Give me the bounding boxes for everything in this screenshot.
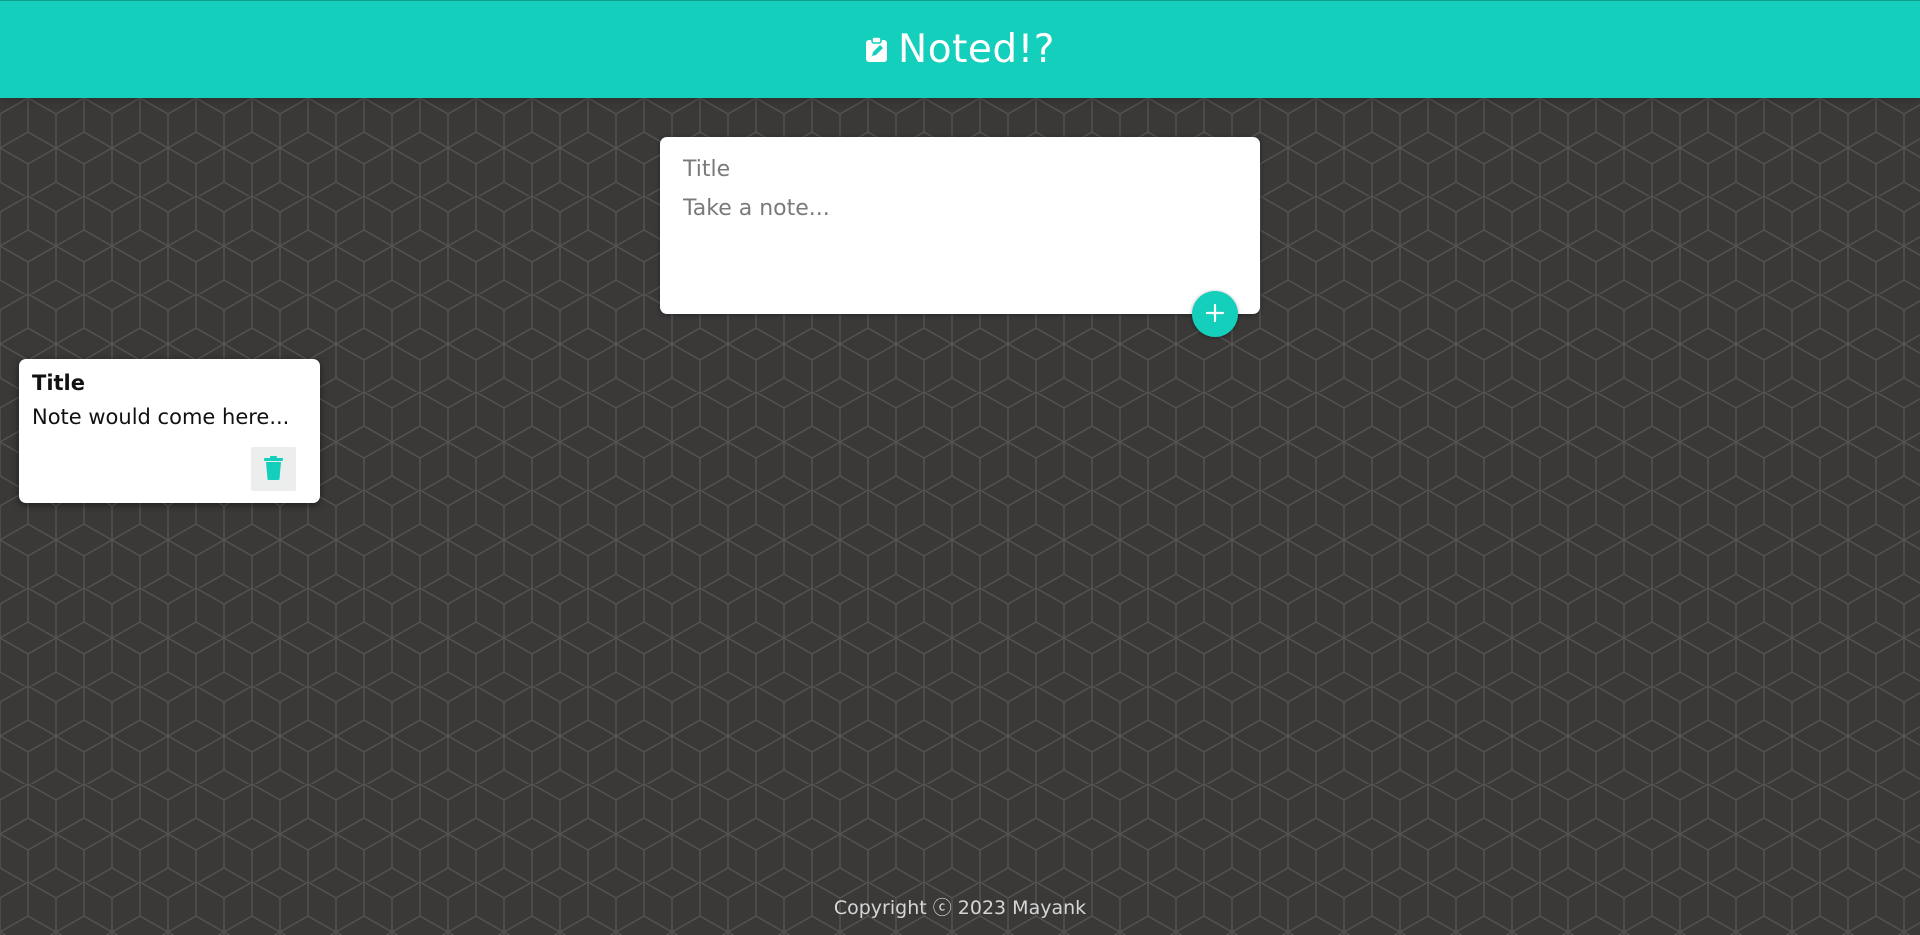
note-title-input[interactable] bbox=[683, 157, 1237, 182]
note-content: Note would come here... bbox=[32, 405, 290, 429]
footer: Copyright ⓒ 2023 Mayank bbox=[0, 893, 1920, 920]
add-note-button[interactable] bbox=[1192, 291, 1238, 337]
plus-icon bbox=[1204, 302, 1226, 327]
brand: Noted!? bbox=[865, 27, 1055, 72]
note-content-input[interactable] bbox=[683, 196, 1237, 276]
copyright-text: Copyright ⓒ 2023 Mayank bbox=[833, 897, 1087, 919]
create-note-form bbox=[660, 137, 1260, 337]
note-title: Title bbox=[32, 371, 86, 395]
trash-icon bbox=[264, 455, 283, 483]
app-header: Noted!? bbox=[0, 0, 1920, 98]
clipboard-edit-icon bbox=[865, 36, 888, 63]
note-card: Title Note would come here... bbox=[19, 359, 320, 503]
app-title: Noted!? bbox=[898, 27, 1055, 72]
delete-note-button[interactable] bbox=[251, 447, 296, 491]
